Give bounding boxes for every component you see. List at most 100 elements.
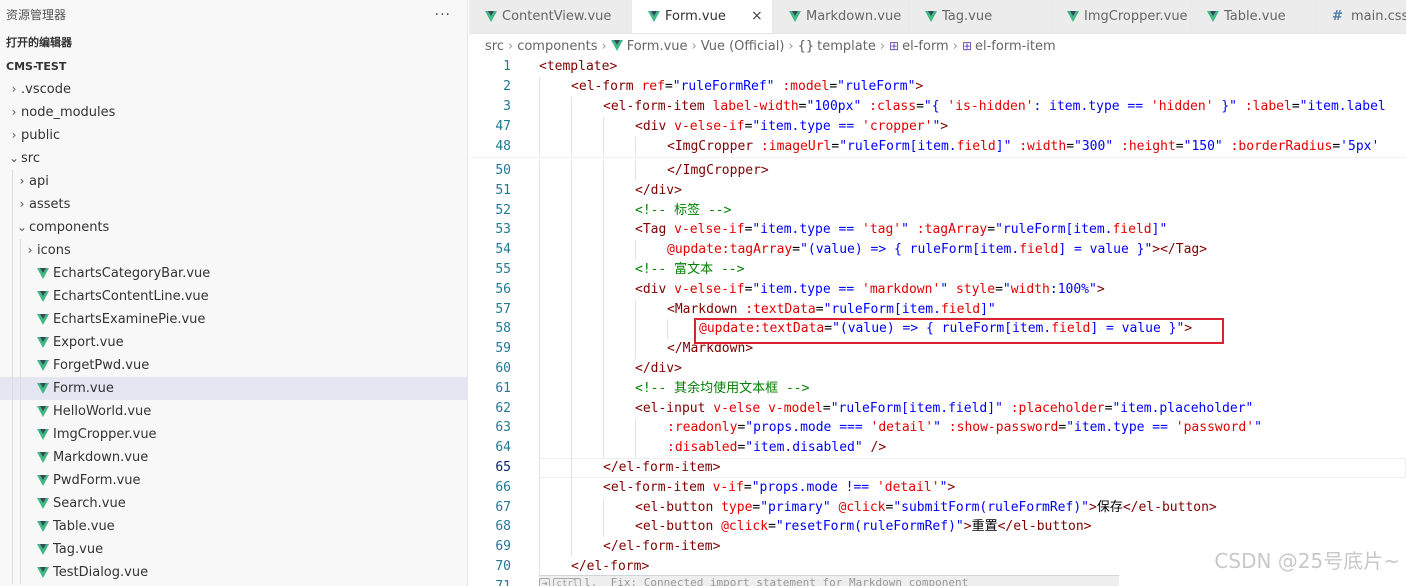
code-line-55[interactable]: 55 <!-- 富文本 --> [469,260,1406,280]
tab-imgcropper-vue[interactable]: ImgCropper.vue [1051,0,1191,33]
tree-item-components[interactable]: ⌄ components [0,216,467,239]
chevron-right-icon: › [879,39,886,54]
tree-item-imgcropper-vue[interactable]: ImgCropper.vue [0,423,467,446]
vue-icon [37,475,49,486]
tab-contentview-vue[interactable]: ContentView.vue [469,0,632,33]
indent-guide [12,308,13,331]
code-line-54[interactable]: 54 @update:tagArray="(value) => { ruleFor… [469,240,1406,261]
breadcrumb-el-form-item[interactable]: el-form-item [975,39,1056,54]
tree-item-helloworld-vue[interactable]: HelloWorld.vue [0,400,467,423]
tree-item-icons[interactable]: › icons [0,239,467,262]
indent-guide [571,378,572,399]
code-line-53[interactable]: 53 <Tag v-else-if = "item.type == 'tag'" :t… [469,220,1406,241]
code-line-51[interactable]: 51 </div> [469,180,1406,201]
vue-icon [37,429,49,440]
code-line-60[interactable]: 60 </div> [469,359,1406,379]
indent-guide [603,240,604,261]
line-number: 64 [495,440,511,456]
project-section[interactable]: CMS-TEST [0,54,467,78]
tree-item-node-modules[interactable]: › node_modules [0,101,467,124]
code-line-62[interactable]: 62 <el-input v-else v-model="ruleForm[ite… [469,398,1406,419]
tab-main-css[interactable]: # main.css [1318,0,1406,33]
tab-markdown-vue[interactable]: Markdown.vue [773,0,909,33]
code-editor[interactable]: ⇥ ctrl l. Fix: Connected import statement … [469,57,1406,586]
code-line-3[interactable]: 3 <el-form-item label-width="100px" :clas… [469,97,1406,117]
indent-guide [571,319,572,340]
code-token: <!-- 富文本 --> [635,262,745,277]
indent-guide [539,279,540,300]
tree-item-tag-vue[interactable]: Tag.vue [0,538,467,561]
code-line-64[interactable]: 64:disabled="item.disabled" /> [469,438,1406,459]
line-number: 58 [495,321,511,337]
code-token: > [1096,281,1105,297]
code-token: "ruleForm[item.field]" [830,400,1003,416]
code-line-63[interactable]: 63:readonly="props.mode === 'detail'" :s… [469,418,1406,439]
code-line-47[interactable]: 47 <div v-else-if="item.type == 'cropper'… [469,117,1406,137]
tree-item-export-vue[interactable]: Export.vue [0,331,467,354]
breadcrumb-src[interactable]: src [485,39,504,54]
code-line-61[interactable]: 61 <!-- 其余均使用文本框 --> [469,378,1406,399]
code-line-65[interactable]: 65 </el-form-item> [469,458,1406,478]
code-line-66[interactable]: 66 <el-form-item v-if="props.mode !== 'de… [469,477,1406,498]
code-line-1[interactable]: 1 <template> [469,57,1406,77]
tree-item-search-vue[interactable]: Search.vue [0,492,467,515]
breadcrumb-template[interactable]: template [817,39,876,54]
tree-item-vscode[interactable]: › .vscode [0,78,467,101]
indent-guide [635,137,636,157]
line-number: 52 [495,202,511,218]
indent-guide [603,279,604,300]
indent-guide [12,239,13,262]
code-line-68[interactable]: 68 <el-button @click="resetForm(ruleFormR… [469,517,1406,538]
element-icon: ⊞ [961,39,972,53]
code-line-50[interactable]: 50 </ImgCropper> [469,161,1406,181]
open-editors-section[interactable]: 打开的编辑器 [0,30,467,54]
indent-guide [539,180,540,201]
tree-item-api[interactable]: › api [0,170,467,193]
code-token: "submitForm(ruleFormRef)" [893,499,1089,515]
tree-item-echartscontentline-vue[interactable]: EchartsContentLine.vue [0,285,467,308]
tree-item-forgetpwd-vue[interactable]: ForgetPwd.vue [0,354,467,377]
code-token: = [987,222,996,238]
close-icon[interactable]: × [751,0,763,33]
indent-guide [635,299,636,320]
tab-form-vue[interactable]: Form.vue × [632,0,773,33]
code-content: <!-- 标签 --> [635,201,731,221]
tree-item-markdown-vue[interactable]: Markdown.vue [0,446,467,469]
code-line-67[interactable]: 67 <el-button type="primary" @click="subm… [469,497,1406,518]
code-token: = [1066,139,1075,154]
breadcrumb-language[interactable]: Vue (Official) [701,39,785,54]
code-token: ref [641,79,665,94]
breadcrumb-components[interactable]: components [517,39,597,54]
tree-item-echartscategorybar-vue[interactable]: EchartsCategoryBar.vue [0,262,467,285]
tab-label: Tag.vue [942,9,993,24]
tree-item-public[interactable]: › public [0,124,467,147]
tree-item-pwdform-vue[interactable]: PwdForm.vue [0,469,467,492]
indent-guide [539,220,540,241]
breadcrumb-el-form[interactable]: el-form [902,39,949,54]
tab-table-vue[interactable]: Table.vue [1191,0,1318,33]
code-line-57[interactable]: 57 <Markdown :textData="ruleForm[item.fie… [469,299,1406,320]
code-token: @click [721,519,769,535]
tree-item-form-vue[interactable]: Form.vue [0,377,467,400]
code-line-2[interactable]: 2 <el-form ref="ruleFormRef" :model="rule… [469,77,1406,97]
code-line-48[interactable]: 48 <ImgCropper :imageUrl = "ruleForm[item.f… [469,137,1406,157]
tree-item-echartsexaminepie-vue[interactable]: EchartsExaminePie.vue [0,308,467,331]
indent-guide [539,240,540,261]
vue-icon [37,567,49,578]
indent-guide [539,260,540,280]
code-token: " [933,420,941,436]
tab-tag-vue[interactable]: Tag.vue [909,0,1051,33]
breadcrumb-file[interactable]: Form.vue [627,39,688,54]
tree-item-testdialog-vue[interactable]: TestDialog.vue [0,561,467,584]
code-content: <Markdown :textData="ruleForm[item.field… [667,300,996,320]
code-line-56[interactable]: 56 <div v-else-if = "item.type == 'markdown… [469,279,1406,300]
tree-item-assets[interactable]: › assets [0,193,467,216]
tree-item-table-vue[interactable]: Table.vue [0,515,467,538]
code-line-71[interactable]: 71 [469,577,1406,586]
code-line-52[interactable]: 52 <!-- 标签 --> [469,200,1406,221]
more-actions-button[interactable]: ··· [435,0,451,30]
code-token: </div> [635,182,682,198]
tree-item-src[interactable]: ⌄ src [0,147,467,170]
